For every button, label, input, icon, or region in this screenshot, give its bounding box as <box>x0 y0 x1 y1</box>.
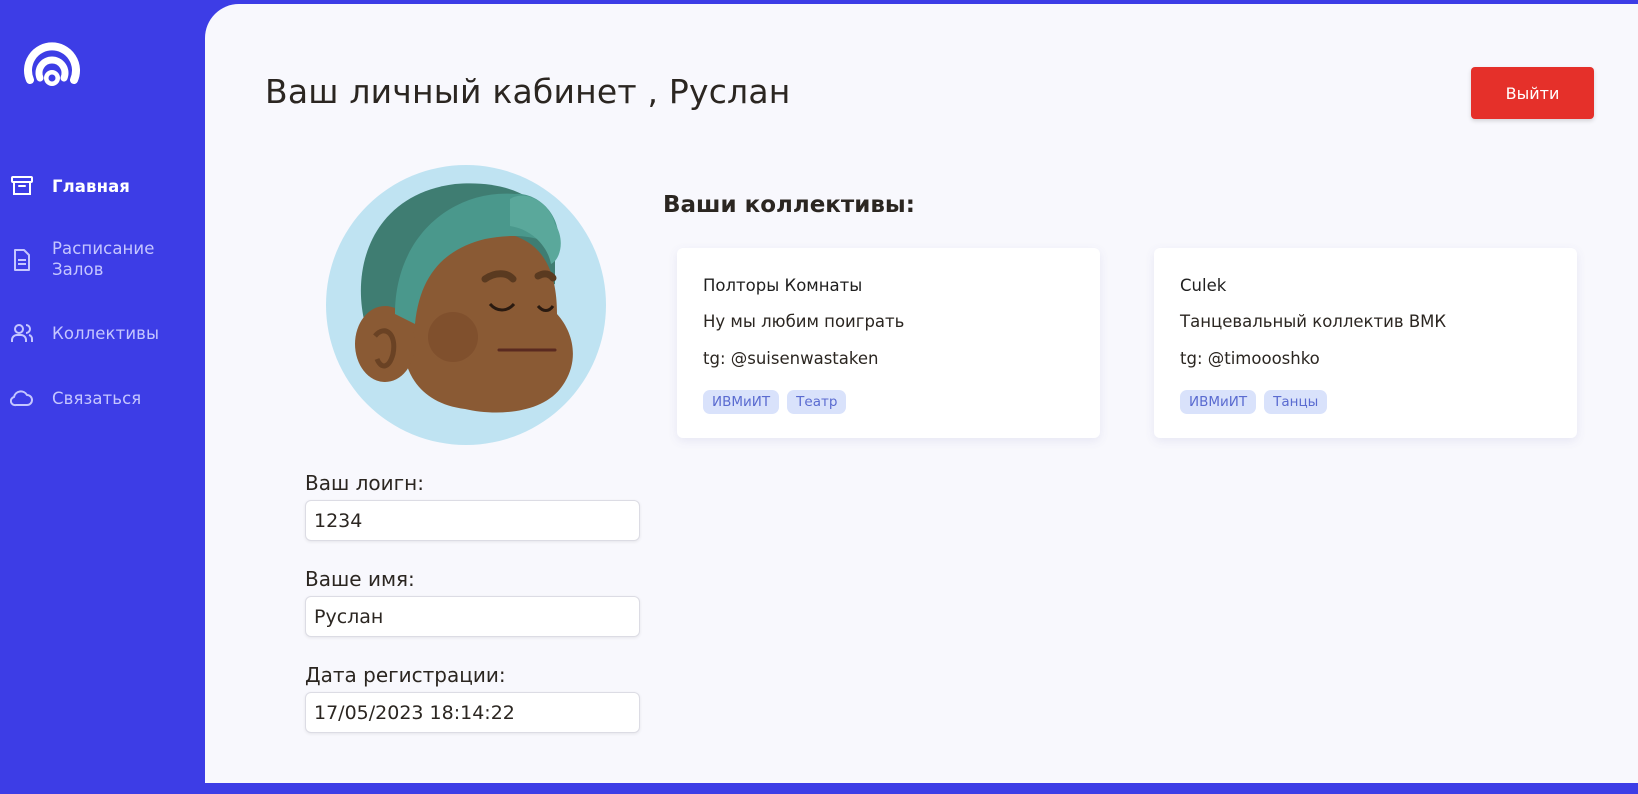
registration-date-field[interactable] <box>305 692 640 733</box>
collective-description: Танцевальный коллектив ВМК <box>1180 312 1447 331</box>
tag-badge: Театр <box>787 390 847 414</box>
registration-date-label: Дата регистрации: <box>305 663 506 687</box>
collective-card[interactable]: Полторы Комнаты Ну мы любим поиграть tg:… <box>677 248 1100 438</box>
sidebar: Главная Расписание Залов Коллективы Связ… <box>0 0 205 794</box>
tag-list: ИВМиИТ Танцы <box>1180 390 1328 414</box>
login-label: Ваш лоигн: <box>305 471 424 495</box>
collective-contact: tg: @timoooshko <box>1180 349 1320 368</box>
login-field[interactable] <box>305 500 640 541</box>
logo-icon[interactable] <box>24 32 80 96</box>
cloud-icon <box>10 390 33 407</box>
sidebar-item-label: Главная <box>52 176 131 196</box>
document-icon <box>14 249 30 271</box>
collective-description: Ну мы любим поиграть <box>703 312 905 331</box>
tag-list: ИВМиИТ Театр <box>703 390 847 414</box>
sidebar-item-label: Связаться <box>52 388 142 408</box>
sidebar-item-home[interactable]: Главная <box>0 174 205 198</box>
main-content: Ваш личный кабинет , Руслан Выйти Ваш ло… <box>205 4 1638 783</box>
collectives-title: Ваши коллективы: <box>663 192 915 218</box>
tag-badge: Танцы <box>1264 390 1328 414</box>
page-title: Ваш личный кабинет , Руслан <box>265 72 791 111</box>
tag-badge: ИВМиИТ <box>1180 390 1257 414</box>
sidebar-item-schedule[interactable]: Расписание Залов <box>0 238 205 282</box>
sidebar-item-collectives[interactable]: Коллективы <box>0 321 205 345</box>
collective-name: Полторы Комнаты <box>703 276 863 295</box>
tag-badge: ИВМиИТ <box>703 390 780 414</box>
archive-icon <box>11 176 33 195</box>
sidebar-item-contact[interactable]: Связаться <box>0 386 205 410</box>
avatar <box>326 165 606 445</box>
name-field[interactable] <box>305 596 640 637</box>
collective-name: Culek <box>1180 276 1227 295</box>
sidebar-item-label: Расписание Залов <box>52 239 155 279</box>
users-icon <box>11 324 33 342</box>
name-label: Ваше имя: <box>305 567 415 591</box>
sidebar-item-label: Коллективы <box>52 323 160 343</box>
logout-button[interactable]: Выйти <box>1471 67 1594 119</box>
collective-contact: tg: @suisenwastaken <box>703 349 879 368</box>
collective-card[interactable]: Culek Танцевальный коллектив ВМК tg: @ti… <box>1154 248 1577 438</box>
